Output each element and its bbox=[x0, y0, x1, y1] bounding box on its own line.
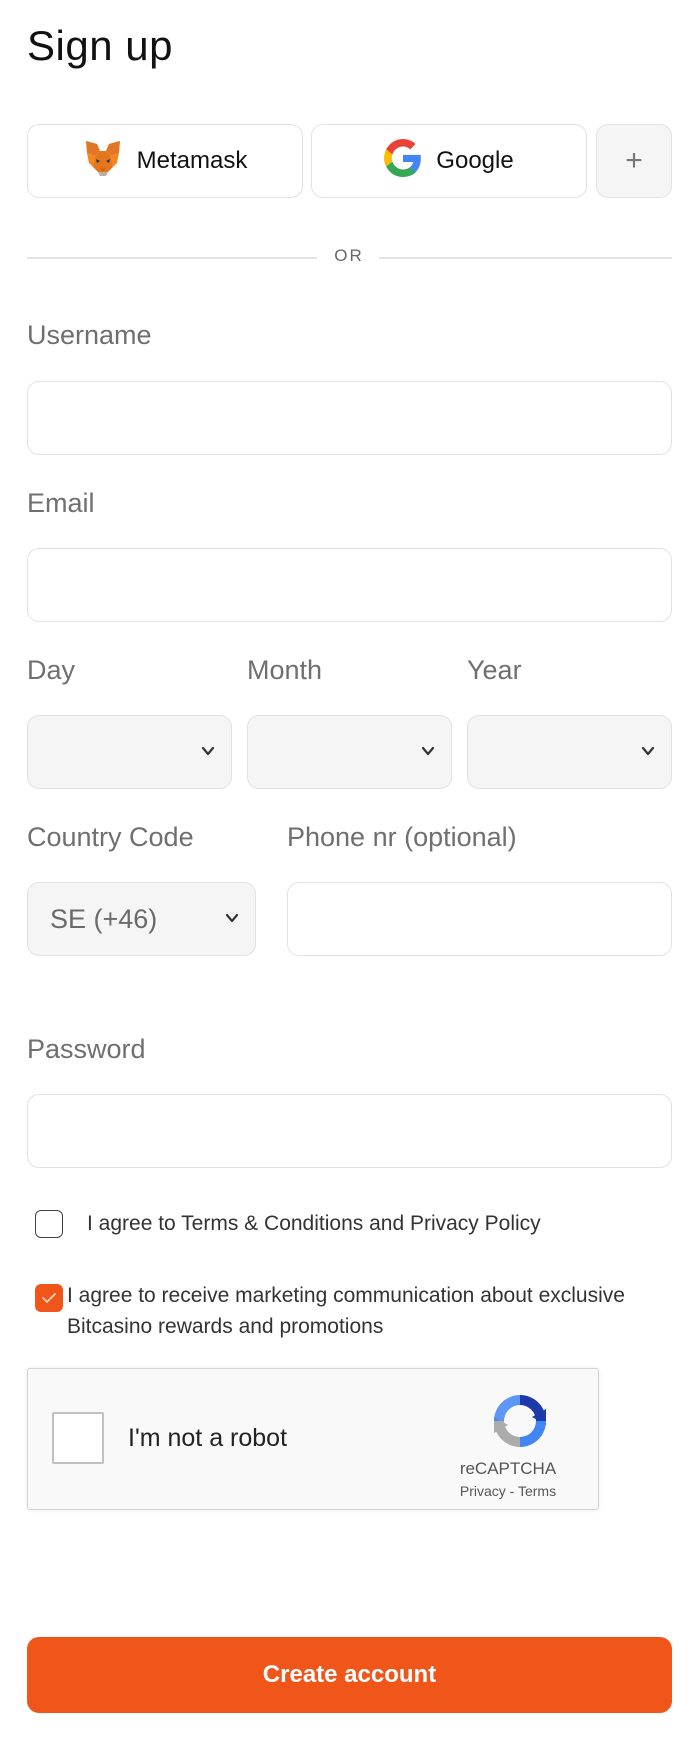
year-label: Year bbox=[467, 655, 522, 685]
metamask-fox-icon bbox=[83, 139, 123, 184]
more-providers-button[interactable]: + bbox=[596, 124, 672, 198]
marketing-text: I agree to receive marketing communicati… bbox=[67, 1284, 625, 1338]
username-label: Username bbox=[27, 320, 152, 350]
social-login-row: Metamask Google + bbox=[27, 124, 672, 198]
divider-line bbox=[379, 257, 672, 259]
month-label: Month bbox=[247, 655, 323, 685]
recaptcha-logo-icon bbox=[494, 1395, 546, 1447]
page-title: Sign up bbox=[27, 22, 173, 69]
country-code-label: Country Code bbox=[27, 822, 194, 852]
email-input[interactable] bbox=[27, 548, 672, 622]
metamask-label: Metamask bbox=[136, 147, 248, 174]
username-input[interactable] bbox=[27, 381, 672, 455]
google-g-icon bbox=[384, 138, 422, 184]
phone-input[interactable] bbox=[287, 882, 672, 956]
marketing-agreement-row: I agree to receive marketing communicati… bbox=[35, 1280, 627, 1342]
checkmark-icon bbox=[42, 1293, 56, 1303]
google-button[interactable]: Google bbox=[311, 124, 587, 198]
terms-text: I agree to Terms & Conditions and Privac… bbox=[87, 1212, 541, 1235]
divider-text: OR bbox=[334, 246, 364, 265]
email-label: Email bbox=[27, 488, 95, 518]
country-code-value: SE (+46) bbox=[50, 903, 158, 934]
google-label: Google bbox=[436, 147, 514, 174]
recaptcha-checkbox[interactable] bbox=[52, 1412, 104, 1464]
plus-icon: + bbox=[625, 144, 643, 177]
chevron-down-icon bbox=[225, 913, 239, 923]
year-select[interactable] bbox=[467, 715, 672, 789]
terms-agreement-row: I agree to Terms & Conditions and Privac… bbox=[35, 1208, 541, 1239]
recaptcha-privacy-terms-links[interactable]: Privacy - Terms bbox=[428, 1483, 588, 1499]
phone-label: Phone nr (optional) bbox=[287, 822, 517, 852]
country-code-select[interactable]: SE (+46) bbox=[27, 882, 256, 956]
or-divider: OR bbox=[27, 246, 672, 270]
month-select[interactable] bbox=[247, 715, 452, 789]
chevron-down-icon bbox=[201, 746, 215, 756]
metamask-button[interactable]: Metamask bbox=[27, 124, 303, 198]
chevron-down-icon bbox=[641, 746, 655, 756]
terms-checkbox[interactable] bbox=[35, 1210, 63, 1238]
password-input[interactable] bbox=[27, 1094, 672, 1168]
password-label: Password bbox=[27, 1034, 146, 1064]
create-account-button[interactable]: Create account bbox=[27, 1637, 672, 1713]
recaptcha-label: I'm not a robot bbox=[128, 1424, 288, 1452]
recaptcha-brand: reCAPTCHA bbox=[459, 1459, 557, 1478]
day-select[interactable] bbox=[27, 715, 232, 789]
chevron-down-icon bbox=[421, 746, 435, 756]
recaptcha-widget: I'm not a robot reCAPTCHA Privacy - Term… bbox=[27, 1368, 599, 1510]
marketing-checkbox[interactable] bbox=[35, 1284, 63, 1312]
divider-line bbox=[27, 257, 317, 259]
day-label: Day bbox=[27, 655, 76, 685]
